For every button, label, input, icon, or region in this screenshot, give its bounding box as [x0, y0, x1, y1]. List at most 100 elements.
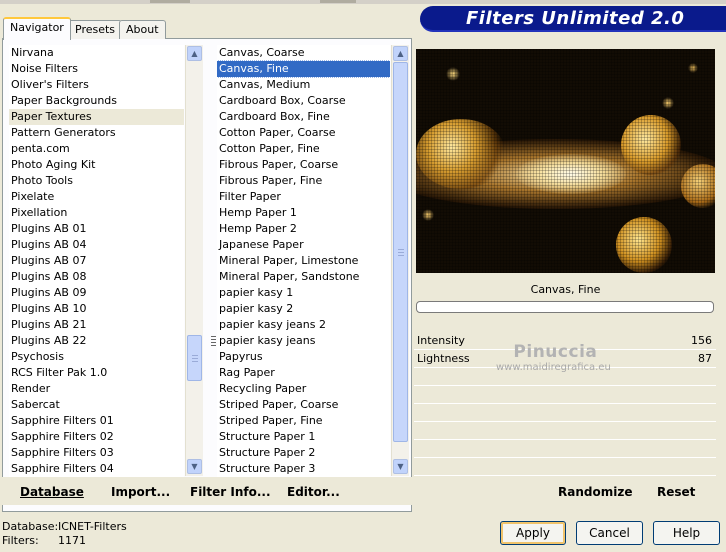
filter-list-item[interactable]: Cotton Paper, Fine [217, 141, 390, 157]
product-banner: Filters Unlimited 2.0 [420, 6, 726, 32]
database-status: Database: ICNET-Filters [2, 520, 127, 533]
category-list-item[interactable]: Paper Textures [9, 109, 184, 125]
database-label: Database [20, 485, 84, 499]
preview-image[interactable] [416, 49, 715, 273]
category-list-item[interactable]: Psychosis [9, 349, 184, 365]
parameter-row[interactable] [414, 386, 716, 404]
category-list-item[interactable]: Oliver's Filters [9, 77, 184, 93]
filter-list-item[interactable]: Fibrous Paper, Coarse [217, 157, 390, 173]
category-list-item[interactable]: Photo Tools [9, 173, 184, 189]
progress-bar [416, 301, 714, 313]
canvas-texture-overlay [416, 49, 715, 273]
filter-list-item[interactable]: papier kasy jeans 2 [217, 317, 390, 333]
filter-scrollbar[interactable]: ▲ ▼ [391, 45, 409, 476]
category-list-item[interactable]: Plugins AB 01 [9, 221, 184, 237]
category-list[interactable]: Nirvana Noise Filters Oliver's Filters Pape… [9, 45, 184, 477]
category-list-item[interactable]: Noise Filters [9, 61, 184, 77]
filter-scroll-thumb[interactable] [393, 62, 408, 442]
filter-list-item[interactable]: Fibrous Paper, Fine [217, 173, 390, 189]
tab-presets[interactable]: Presets [68, 20, 123, 39]
filter-list[interactable]: Canvas, Coarse Canvas, Fine Canvas, Medium… [217, 45, 390, 477]
category-list-item[interactable]: Pattern Generators [9, 125, 184, 141]
list-splitter-grip[interactable] [211, 336, 216, 346]
editor-label: Editor... [287, 485, 340, 499]
tab-navigator[interactable]: Navigator [3, 17, 71, 40]
category-list-item[interactable]: Plugins AB 10 [9, 301, 184, 317]
category-list-item[interactable]: Sabercat [9, 397, 184, 413]
randomize-button[interactable]: Randomize [558, 485, 632, 499]
parameter-row[interactable] [414, 440, 716, 458]
filter-list-item[interactable]: Japanese Paper [217, 237, 390, 253]
filter-list-item[interactable]: papier kasy 1 [217, 285, 390, 301]
category-list-item[interactable]: Sapphire Filters 03 [9, 445, 184, 461]
filter-list-item[interactable]: Mineral Paper, Limestone [217, 253, 390, 269]
database-button[interactable]: Database [20, 485, 84, 499]
category-list-item[interactable]: Sapphire Filters 02 [9, 429, 184, 445]
filter-list-item[interactable]: Recycling Paper [217, 381, 390, 397]
filter-list-item[interactable]: Hemp Paper 2 [217, 221, 390, 237]
parameter-row[interactable] [414, 404, 716, 422]
arrow-up-icon[interactable]: ▲ [187, 46, 202, 61]
filters-status-label: Filters: [2, 534, 39, 547]
category-list-item[interactable]: Paper Backgrounds [9, 93, 184, 109]
import-button[interactable]: Import... [111, 485, 170, 499]
category-list-item[interactable]: Pixellation [9, 205, 184, 221]
category-list-item[interactable]: Sapphire Filters 01 [9, 413, 184, 429]
filter-list-item[interactable]: Filter Paper [217, 189, 390, 205]
category-list-item[interactable]: penta.com [9, 141, 184, 157]
watermark-url: www.maidiregrafica.eu [496, 362, 611, 373]
editor-button[interactable]: Editor... [287, 485, 340, 499]
preview-caption: Canvas, Fine [530, 283, 601, 296]
filter-list-item[interactable]: Structure Paper 1 [217, 429, 390, 445]
database-status-value: ICNET-Filters [58, 520, 127, 533]
category-list-item[interactable]: Plugins AB 22 [9, 333, 184, 349]
category-scroll-thumb[interactable] [187, 335, 202, 381]
filter-list-item[interactable]: papier kasy jeans [217, 333, 390, 349]
filter-list-item[interactable]: Striped Paper, Coarse [217, 397, 390, 413]
category-list-item[interactable]: Plugins AB 07 [9, 253, 184, 269]
tab-about[interactable]: About [119, 20, 166, 39]
filter-list-item[interactable]: Cotton Paper, Coarse [217, 125, 390, 141]
category-list-item[interactable]: RCS Filter Pak 1.0 [9, 365, 184, 381]
parameter-value: 156 [691, 334, 712, 347]
category-list-item[interactable]: Nirvana [9, 45, 184, 61]
reset-button[interactable]: Reset [657, 485, 695, 499]
category-list-item[interactable]: Plugins AB 08 [9, 269, 184, 285]
filter-list-item[interactable]: Papyrus [217, 349, 390, 365]
filter-list-item[interactable]: papier kasy 2 [217, 301, 390, 317]
filter-list-item[interactable]: Striped Paper, Fine [217, 413, 390, 429]
arrow-down-icon[interactable]: ▼ [393, 459, 408, 474]
filter-list-item[interactable]: Cardboard Box, Fine [217, 109, 390, 125]
category-list-item[interactable]: Plugins AB 09 [9, 285, 184, 301]
cancel-button[interactable]: Cancel [576, 521, 643, 545]
filter-list-item[interactable]: Mineral Paper, Sandstone [217, 269, 390, 285]
filter-list-item[interactable]: Canvas, Fine [217, 60, 390, 78]
window-top-strip [0, 0, 726, 4]
filter-info-label: Filter Info... [190, 485, 271, 499]
filters-status-value: 1171 [58, 534, 86, 547]
arrow-up-icon[interactable]: ▲ [393, 46, 408, 61]
arrow-down-icon[interactable]: ▼ [187, 459, 202, 474]
category-scrollbar[interactable]: ▲ ▼ [185, 45, 203, 476]
category-list-item[interactable]: Sapphire Filters 04 [9, 461, 184, 477]
watermark: Pinuccia www.maidiregrafica.eu [496, 342, 611, 373]
parameter-row[interactable] [414, 422, 716, 440]
parameter-row[interactable] [414, 458, 716, 476]
filter-list-item[interactable]: Hemp Paper 1 [217, 205, 390, 221]
category-list-item[interactable]: Plugins AB 21 [9, 317, 184, 333]
filter-list-item[interactable]: Canvas, Coarse [217, 45, 390, 61]
filter-list-item[interactable]: Cardboard Box, Coarse [217, 93, 390, 109]
parameter-label: Lightness [417, 352, 470, 365]
filter-list-item[interactable]: Canvas, Medium [217, 77, 390, 93]
category-list-item[interactable]: Photo Aging Kit [9, 157, 184, 173]
help-button[interactable]: Help [653, 521, 720, 545]
filter-list-item[interactable]: Structure Paper 2 [217, 445, 390, 461]
apply-button[interactable]: Apply [500, 521, 566, 545]
category-list-item[interactable]: Plugins AB 04 [9, 237, 184, 253]
database-status-label: Database: [2, 520, 59, 533]
filter-list-item[interactable]: Structure Paper 3 [217, 461, 390, 477]
filter-list-item[interactable]: Rag Paper [217, 365, 390, 381]
category-list-item[interactable]: Pixelate [9, 189, 184, 205]
category-list-item[interactable]: Render [9, 381, 184, 397]
filter-info-button[interactable]: Filter Info... [190, 485, 271, 499]
